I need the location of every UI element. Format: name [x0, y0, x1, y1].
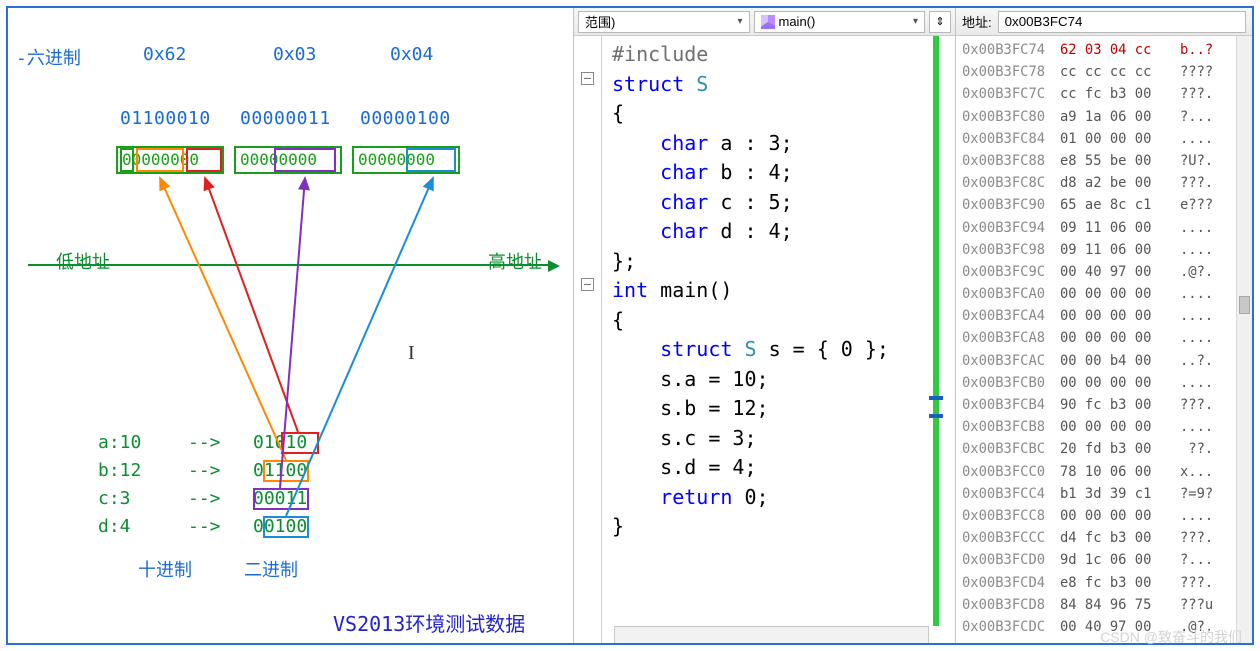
memory-row[interactable]: 0x00B3FC8401 00 00 00.... — [962, 131, 1252, 153]
byte-box-2: 00000000 — [352, 146, 460, 174]
decimal-header: 十进制 — [138, 556, 192, 582]
scope-combo[interactable]: 范围) ▾ — [578, 11, 750, 33]
memory-row[interactable]: 0x00B3FCA000 00 00 00.... — [962, 286, 1252, 308]
memory-row[interactable]: 0x00B3FCBC20 fd b3 00 ??. — [962, 441, 1252, 463]
memory-row[interactable]: 0x00B3FCC4b1 3d 39 c1?=9? — [962, 486, 1252, 508]
memory-row[interactable]: 0x00B3FC9409 11 06 00.... — [962, 220, 1252, 242]
low-address-label: 低地址 — [56, 248, 110, 274]
memory-row[interactable]: 0x00B3FC9065 ae 8c c1e??? — [962, 197, 1252, 219]
value-a-bin: 01010 — [253, 432, 307, 453]
memory-rows[interactable]: 0x00B3FC7462 03 04 ccb..?0x00B3FC78cc cc… — [956, 36, 1252, 643]
breakpoint-indicator — [929, 396, 943, 400]
fold-minus-icon[interactable]: − — [581, 278, 594, 291]
binary-header: 二进制 — [244, 556, 298, 582]
memory-row[interactable]: 0x00B3FC80a9 1a 06 00?... — [962, 109, 1252, 131]
fold-minus-icon[interactable]: − — [581, 72, 594, 85]
split-icon: ⇕ — [935, 15, 944, 28]
address-axis — [28, 264, 548, 266]
split-view-button[interactable]: ⇕ — [929, 11, 951, 33]
address-input[interactable] — [998, 11, 1246, 33]
memory-row[interactable]: 0x00B3FCCCd4 fc b3 00???. — [962, 530, 1252, 552]
memory-row[interactable]: 0x00B3FC88e8 55 be 00?U?. — [962, 153, 1252, 175]
value-a-name: a:10 — [98, 432, 141, 453]
memory-row[interactable]: 0x00B3FCD884 84 96 75???u — [962, 597, 1252, 619]
arrow-icon: --> — [188, 432, 221, 453]
value-d-name: d:4 — [98, 516, 131, 537]
memory-row[interactable]: 0x00B3FCB000 00 00 00.... — [962, 375, 1252, 397]
code-editor-panel: 范围) ▾ main() ▾ ⇕ − − — [573, 8, 956, 643]
memory-row[interactable]: 0x00B3FC7Ccc fc b3 00???. — [962, 86, 1252, 108]
memory-row[interactable]: 0x00B3FCA400 00 00 00.... — [962, 308, 1252, 330]
memory-scrollbar[interactable] — [1236, 36, 1252, 643]
editor-toolbar: 范围) ▾ main() ▾ ⇕ — [574, 8, 955, 36]
code-area[interactable]: − − #include struct S{ char a : 3; char … — [574, 36, 955, 643]
arrow-icon: --> — [188, 460, 221, 481]
memory-row[interactable]: 0x00B3FCC078 10 06 00x... — [962, 464, 1252, 486]
value-b-name: b:12 — [98, 460, 141, 481]
memory-row[interactable]: 0x00B3FCB800 00 00 00.... — [962, 419, 1252, 441]
watermark: CSDN @致奋斗的我们 — [1100, 627, 1242, 647]
diagram-caption: VS2013环境测试数据 — [333, 608, 525, 637]
hex-value-0: 0x62 — [143, 44, 186, 65]
byte-box-1: 00000000 — [234, 146, 342, 174]
arrow-icon: --> — [188, 516, 221, 537]
value-d-bin: 00100 — [253, 516, 307, 537]
fold-gutter[interactable]: − − — [574, 36, 602, 643]
hex-value-1: 0x03 — [273, 44, 316, 65]
value-row-d: d:4 --> — [98, 516, 131, 537]
high-address-label: 高地址 — [488, 248, 542, 274]
chevron-down-icon: ▾ — [737, 16, 742, 27]
change-indicator — [933, 36, 939, 626]
function-combo[interactable]: main() ▾ — [754, 11, 926, 33]
text-cursor-icon: I — [408, 342, 415, 365]
memory-row[interactable]: 0x00B3FCB490 fc b3 00???. — [962, 397, 1252, 419]
byte-box-0: 00000000 — [116, 146, 224, 174]
memory-row[interactable]: 0x00B3FC9809 11 06 00.... — [962, 242, 1252, 264]
value-c-name: c:3 — [98, 488, 131, 509]
value-row-c: c:3 --> — [98, 488, 131, 509]
hex-value-2: 0x04 — [390, 44, 433, 65]
horizontal-scrollbar[interactable] — [614, 626, 929, 643]
memory-row[interactable]: 0x00B3FC78cc cc cc cc???? — [962, 64, 1252, 86]
bin-top-2: 00000100 — [360, 108, 451, 129]
memory-panel: 地址: 0x00B3FC7462 03 04 ccb..?0x00B3FC78c… — [956, 8, 1252, 643]
memory-row[interactable]: 0x00B3FCD09d 1c 06 00?... — [962, 552, 1252, 574]
value-row-b: b:12 --> — [98, 460, 141, 481]
value-b-bin: 01100 — [253, 460, 307, 481]
address-label: 地址: — [962, 12, 992, 31]
chevron-down-icon: ▾ — [913, 16, 918, 27]
value-c-bin: 00011 — [253, 488, 307, 509]
bin-top-1: 00000011 — [240, 108, 331, 129]
memory-row[interactable]: 0x00B3FC7462 03 04 ccb..? — [962, 42, 1252, 64]
arrow-overlay — [8, 8, 573, 648]
value-row-a: a:10 --> — [98, 432, 141, 453]
diagram-panel: -六进制 0x62 0x03 0x04 01100010 00000011 00… — [8, 8, 573, 643]
memory-row[interactable]: 0x00B3FCC800 00 00 00.... — [962, 508, 1252, 530]
memory-row[interactable]: 0x00B3FC8Cd8 a2 be 00???. — [962, 175, 1252, 197]
memory-toolbar: 地址: — [956, 8, 1252, 36]
breakpoint-indicator — [929, 414, 943, 418]
code-lines[interactable]: #include struct S{ char a : 3; char b : … — [602, 36, 955, 643]
memory-row[interactable]: 0x00B3FC9C00 40 97 00.@?. — [962, 264, 1252, 286]
arrow-icon: --> — [188, 488, 221, 509]
scope-combo-label: 范围) — [585, 12, 615, 31]
bin-top-0: 01100010 — [120, 108, 211, 129]
function-combo-label: main() — [779, 14, 816, 29]
hex-radix-label: -六进制 — [16, 44, 81, 70]
scrollbar-thumb[interactable] — [1239, 296, 1250, 314]
memory-row[interactable]: 0x00B3FCD4e8 fc b3 00???. — [962, 575, 1252, 597]
memory-row[interactable]: 0x00B3FCA800 00 00 00.... — [962, 330, 1252, 352]
function-icon — [761, 15, 775, 29]
memory-row[interactable]: 0x00B3FCAC00 00 b4 00..?. — [962, 353, 1252, 375]
